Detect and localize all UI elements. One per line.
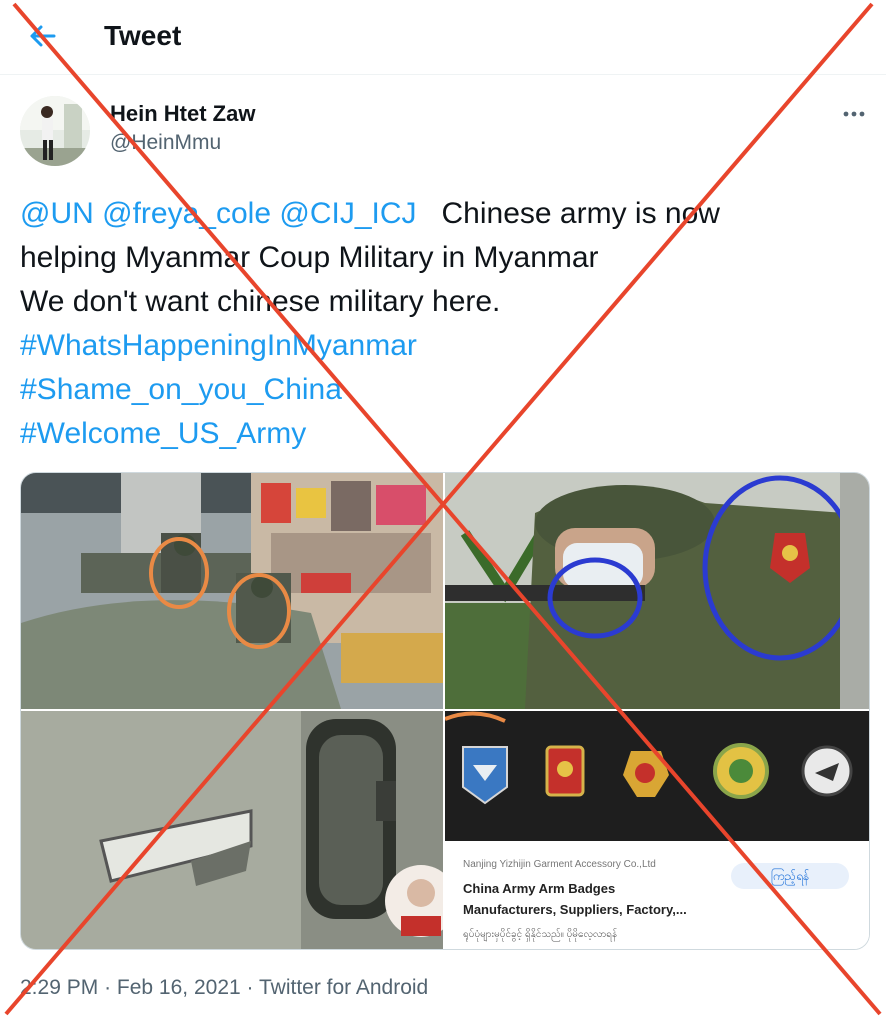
tweet-time[interactable]: 2:29 PM [20,976,98,999]
separator: · [104,976,112,999]
mention-cij-icj[interactable]: @CIJ_ICJ [279,197,416,230]
avatar[interactable] [20,96,90,166]
listing-title-1: China Army Arm Badges [463,881,616,896]
hashtag-whats-happening-in-myanmar[interactable]: #WhatsHappeningInMyanmar [20,324,870,368]
media-photo-soldier-badge[interactable] [445,473,869,709]
media-photo-armored-vehicle[interactable] [21,473,443,709]
media-grid: Nanjing Yizhijin Garment Accessory Co.,L… [20,472,870,950]
tweet-line-1: @UN @freya_cole @CIJ_ICJ Chinese army is… [20,192,870,236]
separator: · [246,976,254,999]
listing-card: Nanjing Yizhijin Garment Accessory Co.,L… [445,841,869,949]
tweet-header: Tweet [0,0,886,75]
listing-title-2: Manufacturers, Suppliers, Factory,... [463,902,687,917]
tweet-timestamp: 2:29 PM · Feb 16, 2021 · Twitter for And… [20,974,428,1002]
user-handle[interactable]: @HeinMmu [110,130,221,156]
tweet-source[interactable]: Twitter for Android [259,976,428,999]
tweet-line-2: helping Myanmar Coup Military in Myanmar [20,241,599,274]
visit-button[interactable]: ကြည့်ရန် [731,863,849,889]
media-photo-vehicle-closeup[interactable] [21,711,443,949]
tweet-text-segment: Chinese army is now [441,197,720,230]
mention-freya-cole[interactable]: @freya_cole [102,197,271,230]
hashtag-welcome-us-army[interactable]: #Welcome_US_Army [20,412,870,456]
page-title: Tweet [104,20,182,51]
mention-un[interactable]: @UN [20,197,94,230]
tweet-date[interactable]: Feb 16, 2021 [117,976,241,999]
tweet-line-3: We don't want chinese military here. [20,285,501,318]
user-display-name[interactable]: Hein Htet Zaw [110,100,255,128]
listing-seller: Nanjing Yizhijin Garment Accessory Co.,L… [463,859,656,870]
more-options-icon[interactable] [838,104,870,124]
hashtag-shame-on-you-china[interactable]: #Shame_on_you_China [20,368,870,412]
back-arrow-icon[interactable] [24,18,60,54]
media-screenshot-badge-listing[interactable]: Nanjing Yizhijin Garment Accessory Co.,L… [445,711,869,949]
tweet-text: @UN @freya_cole @CIJ_ICJ Chinese army is… [20,192,870,456]
listing-burmese-caption: ရုပ်ပုံများမှပိုင်ခွင့် ရှိနိုင်သည်။ ပို… [463,929,618,940]
